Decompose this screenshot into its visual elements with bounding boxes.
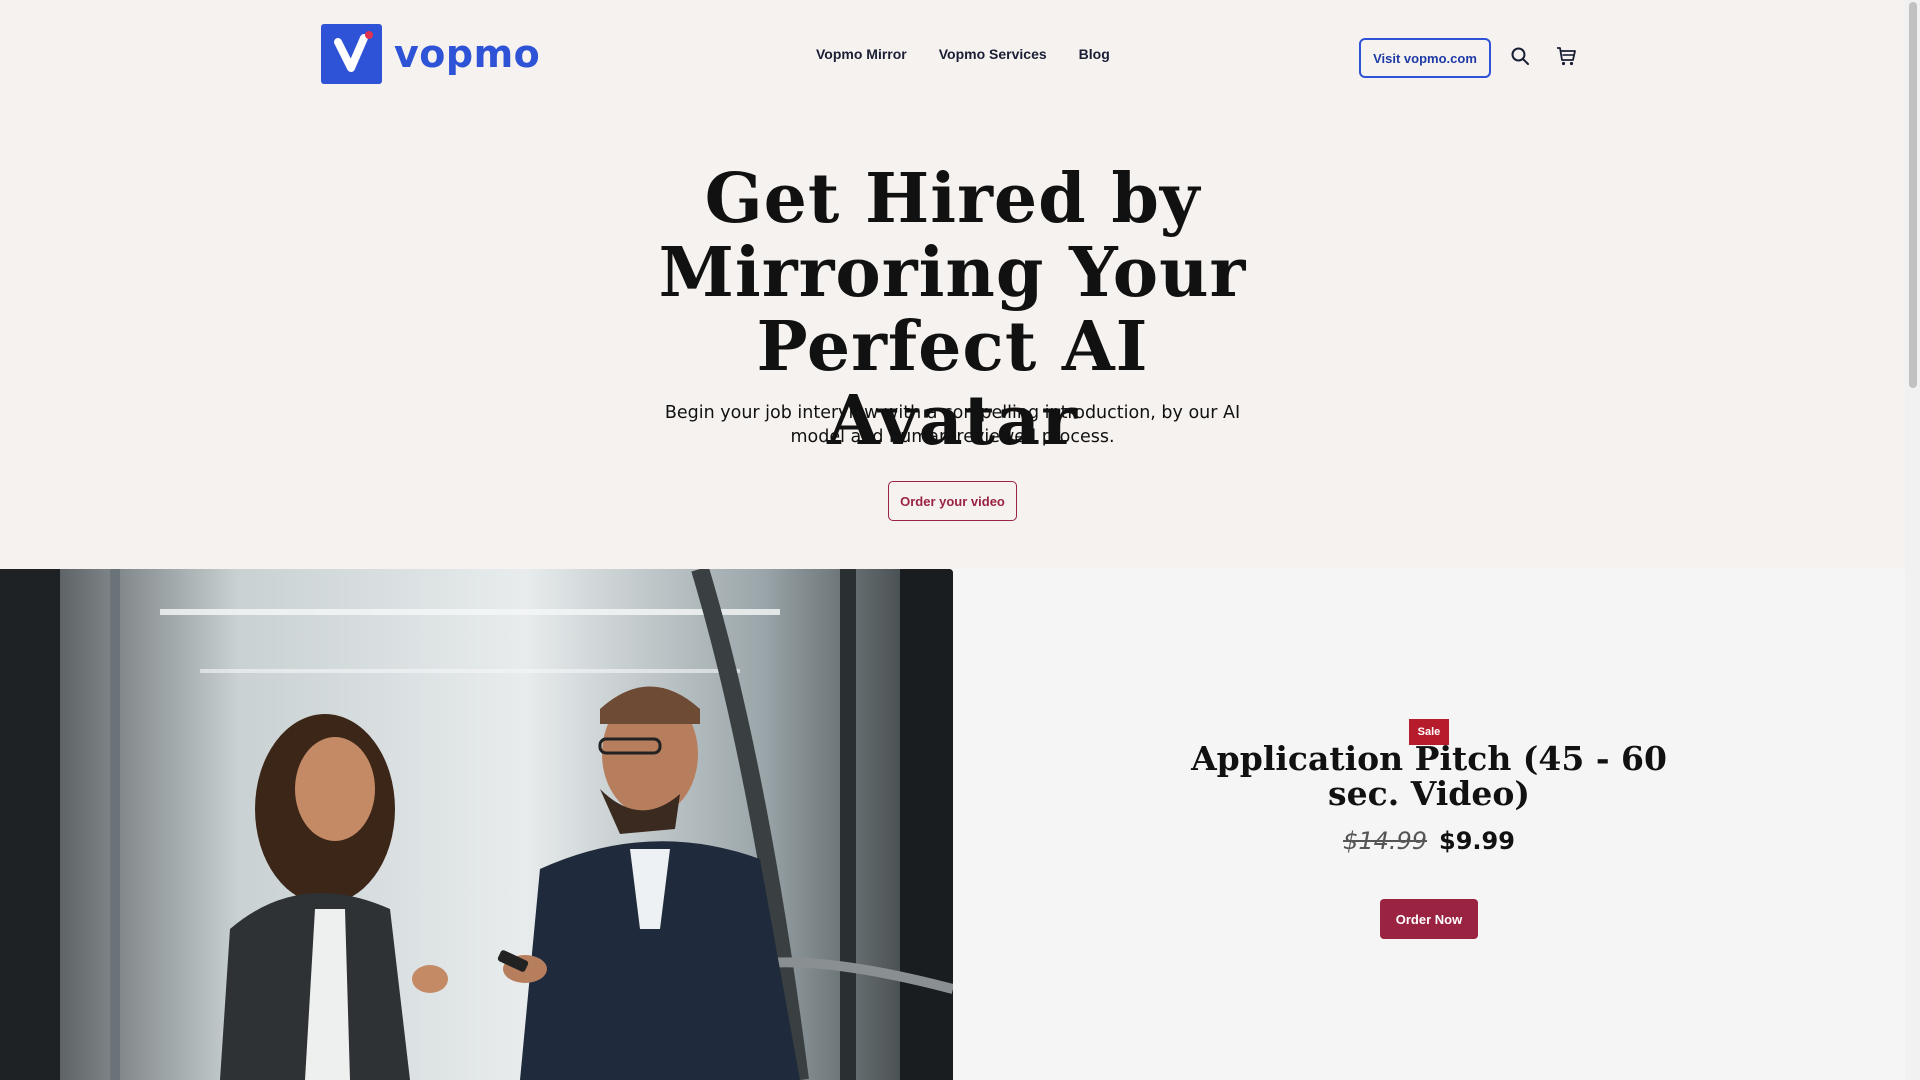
logo-text: vopmo [394, 32, 541, 76]
scrollbar-thumb[interactable] [1909, 2, 1917, 388]
page-scrollbar[interactable] [1905, 0, 1920, 1080]
site-header: vopmo Vopmo Mirror Vopmo Services Blog V… [0, 0, 1905, 112]
search-icon [1511, 47, 1529, 65]
product-card: Sale Application Pitch (45 - 60 sec. Vid… [953, 569, 1905, 1080]
product-title[interactable]: Application Pitch (45 - 60 sec. Video) [1179, 741, 1679, 811]
main-nav: Vopmo Mirror Vopmo Services Blog [816, 46, 1110, 62]
search-button[interactable] [1508, 44, 1532, 68]
nav-blog[interactable]: Blog [1079, 46, 1110, 62]
page: vopmo Vopmo Mirror Vopmo Services Blog V… [0, 0, 1905, 1080]
hero-subtitle: Begin your job interview with a compelli… [664, 403, 1241, 447]
product-photo [0, 569, 953, 1080]
nav-vopmo-mirror[interactable]: Vopmo Mirror [816, 46, 907, 62]
logo-icon [321, 24, 382, 84]
cart-button[interactable] [1554, 44, 1578, 68]
order-now-button[interactable]: Order Now [1380, 899, 1478, 939]
hero-section: Get Hired by Mirroring Your Perfect AI A… [0, 112, 1905, 569]
nav-vopmo-services[interactable]: Vopmo Services [939, 46, 1047, 62]
price-row: $14.99 $9.99 [1179, 827, 1679, 855]
office-photo-illustration [0, 569, 953, 1080]
hero-title-line: Mirroring Your [658, 233, 1247, 313]
visit-vopmo-button[interactable]: Visit vopmo.com [1359, 38, 1491, 78]
original-price: $14.99 [1343, 827, 1428, 855]
logo[interactable]: vopmo [321, 24, 540, 84]
sale-price: $9.99 [1439, 827, 1515, 855]
hero-title-line: Get Hired by [704, 159, 1201, 239]
order-your-video-button[interactable]: Order your video [888, 481, 1017, 521]
cart-icon [1557, 47, 1576, 66]
